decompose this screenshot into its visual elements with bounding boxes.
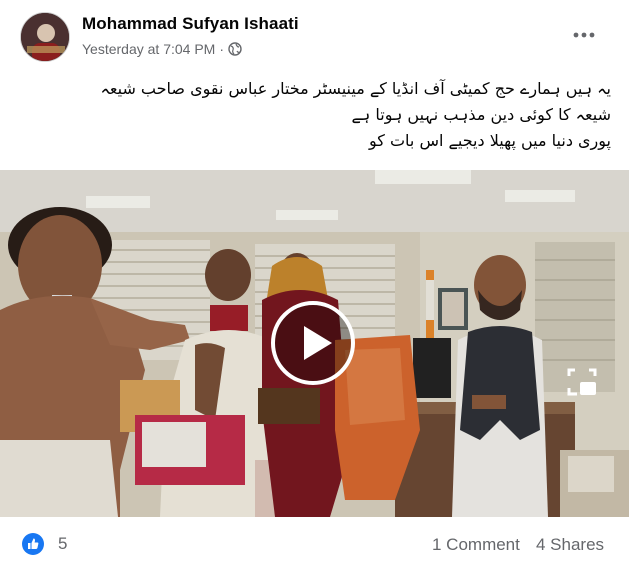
play-button[interactable]	[270, 300, 356, 386]
picture-in-picture-icon[interactable]	[565, 366, 599, 398]
more-horizontal-icon	[573, 32, 595, 38]
caption-line: شیعہ کا کوئی دین مذہب نہیں ہوتا ہے	[351, 105, 611, 124]
post-footer: 5 1 Comment 4 Shares	[0, 517, 629, 573]
caption-line: یہ ہیں ہمارے حج کمیٹی آف انڈیا کے مینیسٹ…	[100, 79, 611, 98]
post-timestamp[interactable]: Yesterday at 7:04 PM	[82, 41, 215, 57]
globe-icon[interactable]	[228, 42, 242, 56]
post-header: Mohammad Sufyan Ishaati Yesterday at 7:0…	[0, 0, 629, 70]
like-count: 5	[58, 534, 68, 553]
play-icon	[271, 301, 355, 385]
reaction-summary[interactable]: 5	[22, 533, 67, 555]
more-options-button[interactable]	[566, 20, 602, 50]
share-count[interactable]: 4 Shares	[536, 535, 604, 555]
author-name[interactable]: Mohammad Sufyan Ishaati	[82, 14, 299, 34]
author-avatar[interactable]	[20, 12, 70, 62]
post-caption: یہ ہیں ہمارے حج کمیٹی آف انڈیا کے مینیسٹ…	[16, 76, 611, 154]
meta-separator: ·	[219, 41, 225, 57]
caption-line: پوری دنیا میں پھیلا دیجیے اس بات کو	[369, 131, 611, 150]
like-reaction-icon	[22, 533, 44, 555]
comment-count[interactable]: 1 Comment	[432, 535, 520, 555]
post-meta: Yesterday at 7:04 PM ·	[82, 41, 242, 57]
